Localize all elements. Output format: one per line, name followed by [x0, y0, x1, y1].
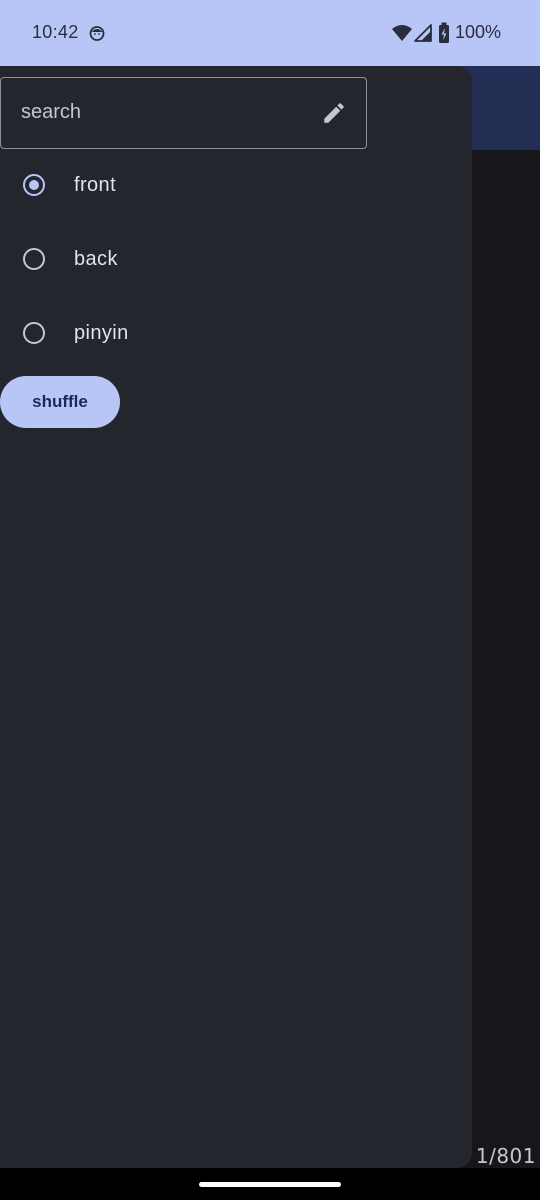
option-pinyin[interactable]: pinyin [0, 298, 472, 372]
radio-dot [29, 180, 39, 190]
battery-icon [438, 22, 450, 44]
status-time: 10:42 [32, 22, 79, 42]
navigation-drawer: front back pinyin shuffle [0, 66, 472, 1168]
shuffle-button[interactable]: shuffle [0, 376, 120, 428]
navigation-bar [0, 1168, 540, 1200]
option-back[interactable]: back [0, 224, 472, 298]
app-notification-icon [88, 24, 106, 42]
card-counter: 1/801 [475, 1144, 536, 1168]
wifi-icon [391, 24, 413, 42]
option-label: pinyin [74, 322, 129, 344]
status-bar: 10:42 100% [0, 0, 540, 66]
radio-selected-icon[interactable] [23, 174, 45, 196]
search-field[interactable] [0, 77, 367, 149]
home-indicator[interactable] [199, 1182, 341, 1187]
signal-icon [414, 24, 432, 42]
search-input[interactable] [21, 92, 301, 132]
radio-unselected-icon[interactable] [23, 248, 45, 270]
radio-unselected-icon[interactable] [23, 322, 45, 344]
battery-percentage: 100% [455, 22, 502, 42]
pencil-icon[interactable] [319, 98, 349, 128]
option-label: front [74, 174, 117, 196]
option-label: back [74, 248, 118, 270]
option-front[interactable]: front [0, 150, 472, 224]
